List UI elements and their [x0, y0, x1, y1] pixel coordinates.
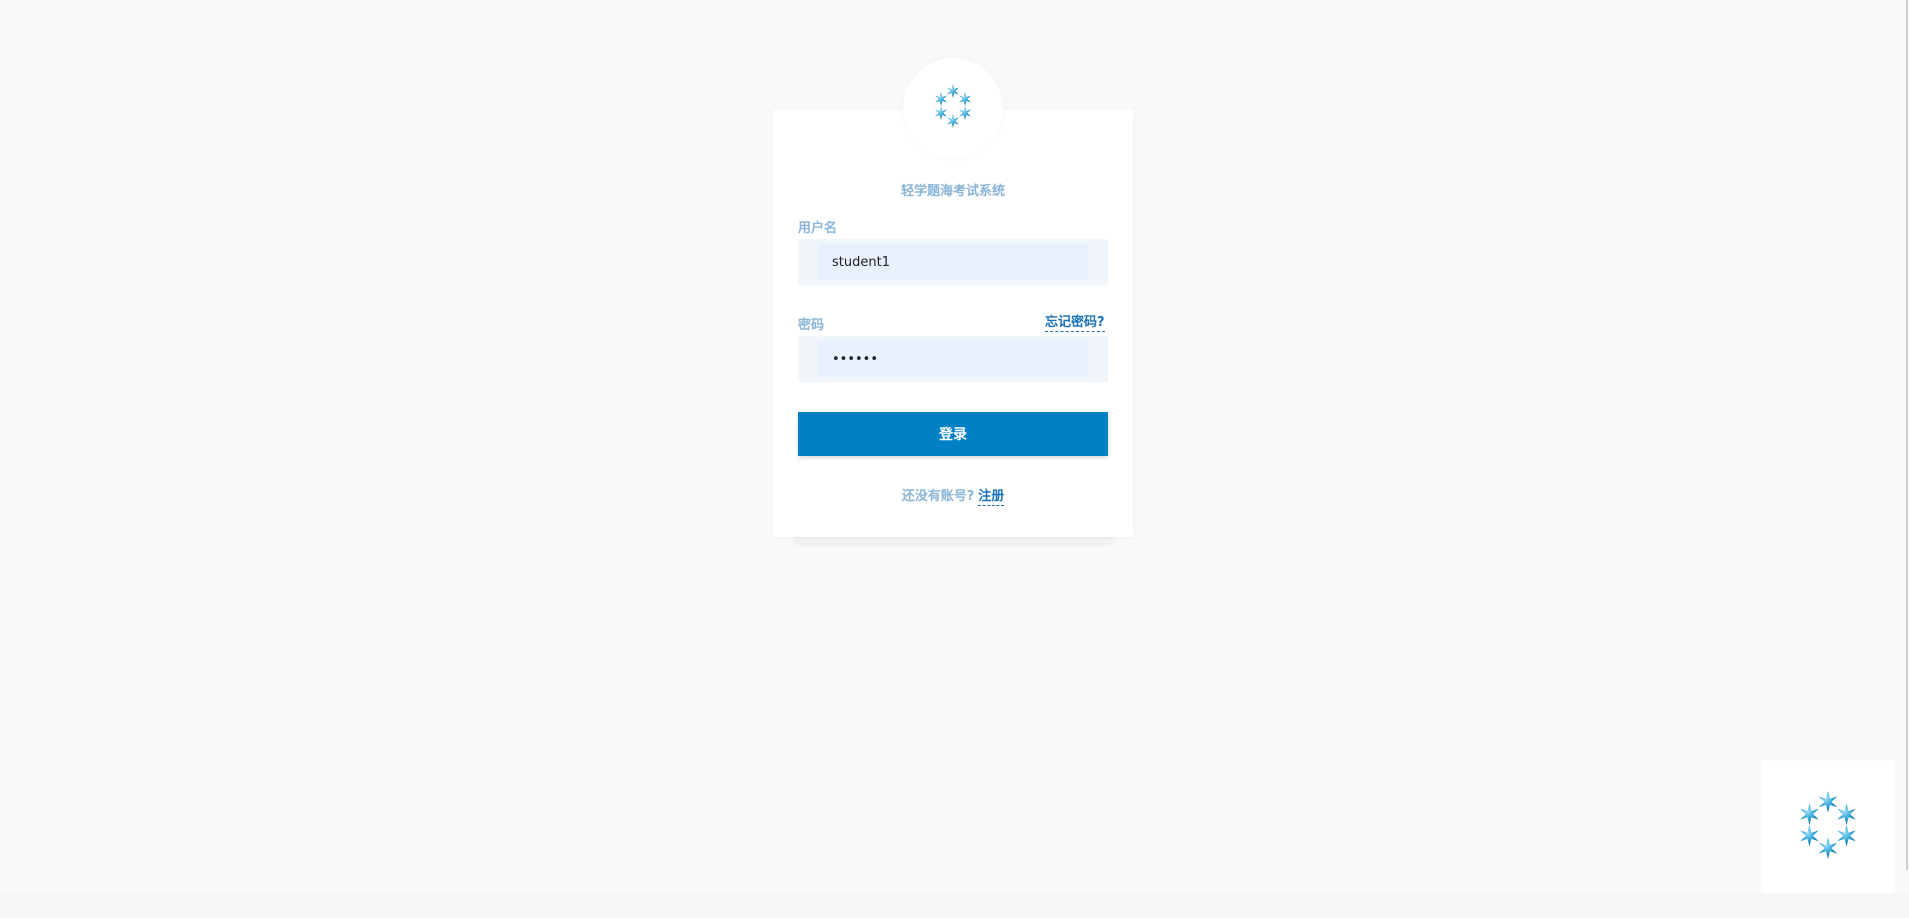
forgot-password-link[interactable]: 忘记密码? — [1045, 311, 1105, 332]
snowflake-cluster-icon — [931, 83, 975, 133]
logo-badge — [903, 58, 1003, 158]
corner-widget[interactable] — [1762, 761, 1894, 893]
register-line: 还没有账号? 注册 — [773, 485, 1133, 506]
app-title: 轻学题海考试系统 — [900, 184, 1005, 199]
scrollbar-edge — [1906, 0, 1908, 870]
username-input[interactable] — [818, 244, 1088, 280]
password-input[interactable] — [818, 341, 1088, 377]
login-page: 轻学题海考试系统 用户名 密码 忘记密码? 登录 还没有账号?注册 — [0, 0, 1909, 918]
username-field-wrapper — [798, 239, 1108, 285]
password-field-wrapper — [798, 336, 1108, 382]
card-shadow — [794, 537, 1112, 543]
register-prompt: 还没有账号? — [901, 489, 975, 504]
register-link[interactable]: 注册 — [978, 489, 1005, 506]
snowflake-cluster-icon — [1794, 789, 1862, 865]
password-label: 密码 — [798, 318, 825, 333]
username-label: 用户名 — [798, 221, 838, 236]
login-button[interactable]: 登录 — [798, 412, 1108, 456]
bottom-strip — [0, 893, 1909, 918]
